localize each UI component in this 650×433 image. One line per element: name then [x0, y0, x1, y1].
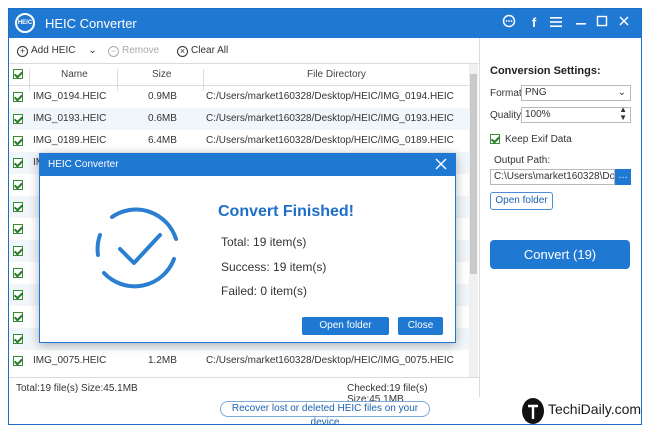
app-logo-icon: HEIC	[15, 13, 35, 33]
watermark-logo-icon	[522, 398, 544, 424]
file-size: 0.6MB	[148, 113, 177, 124]
quality-label: Quality:	[490, 110, 524, 121]
keep-exif-checkbox[interactable]	[490, 134, 500, 144]
open-folder-button[interactable]: Open folder	[490, 192, 553, 210]
format-select[interactable]: PNG ⌄	[521, 85, 631, 101]
header-size[interactable]: Size	[152, 69, 171, 80]
minimize-icon[interactable]	[572, 14, 590, 32]
conversion-settings-panel: Conversion Settings: Format: PNG ⌄ Quali…	[479, 38, 641, 397]
row-checkbox[interactable]	[13, 136, 23, 146]
feedback-icon[interactable]	[500, 14, 518, 32]
quality-stepper[interactable]: 100% ▲ ▼	[521, 106, 631, 123]
scrollbar-thumb[interactable]	[470, 74, 477, 274]
table-row[interactable]: IMG_0189.HEIC 6.4MB C:/Users/market16032…	[9, 130, 469, 152]
dialog-title: HEIC Converter	[40, 154, 455, 176]
dialog-close-icon[interactable]	[435, 157, 447, 173]
toolbar: + Add HEIC ⌄ − Remove × Clear All	[9, 38, 479, 62]
format-label: Format:	[490, 88, 525, 99]
window-title: HEIC Converter	[45, 16, 137, 31]
header-name[interactable]: Name	[61, 69, 88, 80]
file-directory: C:/Users/market160328/Desktop/HEIC/IMG_0…	[206, 135, 454, 146]
stepper-arrows-icon[interactable]: ▲ ▼	[619, 106, 627, 122]
close-icon[interactable]	[615, 14, 633, 32]
table-header: Name Size File Directory	[9, 64, 469, 91]
remove-label: Remove	[122, 45, 160, 56]
row-checkbox[interactable]	[13, 312, 23, 322]
file-size: 0.9MB	[148, 91, 177, 102]
output-path-field[interactable]: C:\Users\market160328\Docu	[490, 169, 615, 185]
clear-all-label: Clear All	[191, 45, 229, 56]
dialog-close-button[interactable]: Close	[398, 317, 443, 335]
row-checkbox[interactable]	[13, 268, 23, 278]
row-checkbox[interactable]	[13, 356, 23, 366]
clear-icon: ×	[177, 46, 188, 57]
success-items: Success: 19 item(s)	[221, 260, 327, 274]
total-status: Total:19 file(s) Size:45.1MB	[16, 383, 138, 394]
row-checkbox[interactable]	[13, 246, 23, 256]
row-checkbox[interactable]	[13, 158, 23, 168]
plus-icon: +	[17, 46, 28, 57]
watermark-text: TechiDaily.com	[548, 401, 642, 417]
browse-button[interactable]: …	[615, 169, 631, 185]
chevron-down-icon: ⌄	[617, 87, 626, 98]
select-all-checkbox[interactable]	[13, 69, 23, 79]
keep-exif-label: Keep Exif Data	[505, 134, 572, 145]
table-scrollbar[interactable]	[469, 64, 478, 377]
maximize-icon[interactable]	[593, 14, 611, 32]
success-check-icon	[90, 199, 186, 295]
file-name: IMG_0194.HEIC	[33, 91, 107, 102]
failed-items: Failed: 0 item(s)	[221, 284, 308, 298]
menu-icon[interactable]	[547, 14, 565, 32]
facebook-icon[interactable]: f	[525, 14, 543, 32]
row-checkbox[interactable]	[13, 334, 23, 344]
row-checkbox[interactable]	[13, 290, 23, 300]
row-checkbox[interactable]	[13, 180, 23, 190]
techidaily-watermark: TechiDaily.com	[520, 397, 650, 427]
header-directory[interactable]: File Directory	[307, 69, 366, 80]
row-checkbox[interactable]	[13, 92, 23, 102]
table-row[interactable]: IMG_0193.HEIC 0.6MB C:/Users/market16032…	[9, 108, 469, 130]
file-size: 1.2MB	[148, 355, 177, 366]
add-heic-button[interactable]: + Add HEIC ⌄	[17, 44, 97, 58]
quality-value: 100%	[525, 109, 551, 120]
minus-icon: −	[108, 46, 119, 57]
title-bar: HEIC HEIC Converter f	[9, 9, 641, 38]
file-directory: C:/Users/market160328/Desktop/HEIC/IMG_0…	[206, 113, 454, 124]
clear-all-button[interactable]: × Clear All	[177, 44, 228, 58]
output-path-value: C:\Users\market160328\Docu	[494, 171, 615, 182]
file-name: IMG_0193.HEIC	[33, 113, 107, 124]
file-directory: C:/Users/market160328/Desktop/HEIC/IMG_0…	[206, 355, 454, 366]
recover-files-link[interactable]: Recover lost or deleted HEIC files on yo…	[220, 401, 430, 428]
add-heic-label: Add HEIC	[31, 45, 76, 56]
table-row[interactable]: IMG_0194.HEIC 0.9MB C:/Users/market16032…	[9, 86, 469, 108]
remove-button[interactable]: − Remove	[108, 44, 159, 58]
chevron-down-icon[interactable]: ⌄	[88, 45, 96, 56]
output-path-label: Output Path:	[494, 155, 551, 166]
settings-heading: Conversion Settings:	[490, 65, 601, 77]
total-items: Total: 19 item(s)	[221, 235, 307, 249]
file-size: 6.4MB	[148, 135, 177, 146]
file-name: IMG_0075.HEIC	[33, 355, 107, 366]
row-checkbox[interactable]	[13, 224, 23, 234]
file-directory: C:/Users/market160328/Desktop/HEIC/IMG_0…	[206, 91, 454, 102]
file-name: IMG_0189.HEIC	[33, 135, 107, 146]
convert-finished-dialog: HEIC Converter Convert Finished! Total: …	[39, 153, 456, 343]
status-bar: Total:19 file(s) Size:45.1MB Checked:19 …	[9, 377, 479, 405]
row-checkbox[interactable]	[13, 202, 23, 212]
convert-button[interactable]: Convert (19)	[490, 240, 630, 269]
dialog-heading: Convert Finished!	[218, 203, 355, 220]
format-value: PNG	[525, 87, 547, 98]
table-row[interactable]: IMG_0075.HEIC 1.2MB C:/Users/market16032…	[9, 350, 469, 372]
dialog-open-folder-button[interactable]: Open folder	[302, 317, 389, 335]
row-checkbox[interactable]	[13, 114, 23, 124]
